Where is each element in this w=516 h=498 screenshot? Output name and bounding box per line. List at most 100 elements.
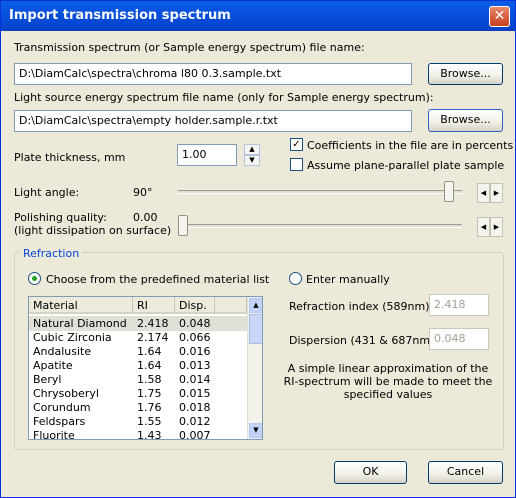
light-angle-label: Light angle:: [14, 186, 80, 199]
up-icon: ▲: [253, 301, 259, 309]
right-arrow-icon: ▶: [493, 189, 500, 197]
note-line: specified values: [343, 388, 433, 401]
table-row[interactable]: Beryl 1.58 0.014: [29, 372, 249, 387]
refraction-index-label: Refraction index (589nm): [289, 300, 430, 313]
ri-cell: 1.58: [137, 373, 162, 386]
light-angle-slider-thumb[interactable]: [443, 181, 454, 202]
down-icon: ▼: [249, 156, 255, 164]
spin-down-button[interactable]: ▼: [244, 155, 260, 166]
dialog-title: Import transmission spectrum: [9, 8, 231, 23]
disp-cell: 0.012: [179, 415, 211, 428]
light-angle-left-button[interactable]: ◀: [477, 183, 490, 203]
ri-cell: 1.55: [137, 415, 162, 428]
polishing-right-button[interactable]: ▶: [490, 217, 503, 237]
material-cell: Beryl: [33, 373, 62, 386]
material-cell: Andalusite: [33, 345, 92, 358]
approximation-note: A simple linear approximation of the RI-…: [283, 362, 493, 401]
polishing-slider-track[interactable]: [178, 224, 462, 228]
column-header-material[interactable]: Material: [29, 297, 133, 314]
disp-cell: 0.048: [179, 317, 211, 330]
ri-cell: 1.76: [137, 401, 162, 414]
material-cell: Cubic Zirconia: [33, 331, 112, 344]
ri-cell: 1.75: [137, 387, 162, 400]
close-button[interactable]: ✕: [489, 6, 510, 27]
material-cell: Fluorite: [33, 429, 75, 440]
check-icon: ✓: [292, 139, 301, 150]
note-line: RI-spectrum will be made to meet the: [283, 375, 493, 388]
left-arrow-icon: ◀: [480, 189, 487, 197]
table-row[interactable]: Corundum 1.76 0.018: [29, 400, 249, 415]
disp-cell: 0.018: [179, 401, 211, 414]
left-arrow-icon: ◀: [480, 223, 487, 231]
ri-cell: 2.418: [137, 317, 169, 330]
list-scrollbar[interactable]: ▲ ▼: [247, 297, 262, 439]
material-cell: Apatite: [33, 359, 73, 372]
dispersion-label: Dispersion (431 & 687nm): [289, 334, 435, 347]
import-dialog: Import transmission spectrum ✕ Transmiss…: [0, 0, 516, 498]
polishing-label: Polishing quality:: [14, 211, 107, 224]
plane-parallel-checkbox[interactable]: [290, 158, 303, 171]
ri-cell: 2.174: [137, 331, 169, 344]
radio-selected-dot: [32, 276, 37, 281]
disp-cell: 0.013: [179, 359, 211, 372]
material-cell: Natural Diamond: [33, 317, 127, 330]
disp-cell: 0.014: [179, 373, 211, 386]
light-angle-value: 90°: [133, 186, 153, 199]
material-cell: Feldspars: [33, 415, 86, 428]
table-row[interactable]: Apatite 1.64 0.013: [29, 358, 249, 373]
table-row[interactable]: Chrysoberyl 1.75 0.015: [29, 386, 249, 401]
coefficients-label: Coefficients in the file are in percents: [307, 139, 514, 152]
light-angle-right-button[interactable]: ▶: [490, 183, 503, 203]
refraction-group-title: Refraction: [20, 247, 83, 260]
material-list[interactable]: Material RI Disp. Natural Diamond 2.418 0.…: [28, 296, 263, 440]
enter-manually-label: Enter manually: [306, 273, 390, 286]
ri-cell: 1.64: [137, 345, 162, 358]
scroll-thumb[interactable]: [249, 314, 262, 344]
dispersion-input[interactable]: 0.048: [429, 328, 489, 350]
title-bar[interactable]: Import transmission spectrum ✕: [1, 1, 515, 31]
column-header-disp[interactable]: Disp.: [175, 297, 215, 314]
coefficients-checkbox[interactable]: ✓: [290, 138, 303, 151]
light-file-input[interactable]: D:\DiamCalc\spectra\empty holder.sample.…: [14, 110, 412, 132]
table-row[interactable]: Natural Diamond 2.418 0.048: [29, 316, 249, 331]
plate-thickness-input[interactable]: 1.00: [177, 144, 237, 166]
disp-cell: 0.066: [179, 331, 211, 344]
ok-button[interactable]: OK: [334, 461, 407, 484]
light-browse-button[interactable]: Browse...: [428, 109, 503, 132]
table-row[interactable]: Fluorite 1.43 0.007: [29, 428, 249, 440]
ri-cell: 1.43: [137, 429, 162, 440]
right-arrow-icon: ▶: [493, 223, 500, 231]
light-angle-slider-track[interactable]: [178, 190, 462, 194]
enter-manually-radio[interactable]: [289, 272, 302, 285]
table-row[interactable]: Andalusite 1.64 0.016: [29, 344, 249, 359]
column-header-empty: [215, 297, 247, 314]
disp-cell: 0.007: [179, 429, 211, 440]
table-row[interactable]: Cubic Zirconia 2.174 0.066: [29, 330, 249, 345]
ri-cell: 1.64: [137, 359, 162, 372]
up-icon: ▲: [249, 145, 255, 153]
material-cell: Corundum: [33, 401, 91, 414]
polishing-slider-thumb[interactable]: [178, 215, 188, 236]
column-header-ri[interactable]: RI: [133, 297, 175, 314]
spin-up-button[interactable]: ▲: [244, 144, 260, 155]
choose-material-label: Choose from the predefined material list: [46, 273, 270, 286]
light-file-label: Light source energy spectrum file name (…: [14, 91, 434, 104]
transmission-browse-button[interactable]: Browse...: [428, 63, 503, 85]
material-cell: Chrysoberyl: [33, 387, 99, 400]
transmission-file-input[interactable]: D:\DiamCalc\spectra\chroma l80 0.3.sampl…: [14, 63, 412, 85]
transmission-file-label: Transmission spectrum (or Sample energy …: [14, 41, 365, 54]
refraction-index-input[interactable]: 2.418: [429, 294, 489, 316]
scroll-down-button[interactable]: ▼: [249, 423, 262, 438]
table-row[interactable]: Feldspars 1.55 0.012: [29, 414, 249, 429]
scroll-up-button[interactable]: ▲: [249, 298, 262, 313]
note-line: A simple linear approximation of the: [287, 362, 489, 375]
down-icon: ▼: [253, 426, 259, 434]
disp-cell: 0.016: [179, 345, 211, 358]
polishing-value: 0.00: [133, 211, 158, 224]
close-icon: ✕: [493, 8, 506, 24]
cancel-button[interactable]: Cancel: [428, 461, 503, 484]
plane-parallel-label: Assume plane-parallel plate sample: [307, 159, 505, 172]
choose-material-radio[interactable]: [28, 272, 41, 285]
polishing-sublabel: (light dissipation on surface): [14, 224, 172, 237]
polishing-left-button[interactable]: ◀: [477, 217, 490, 237]
